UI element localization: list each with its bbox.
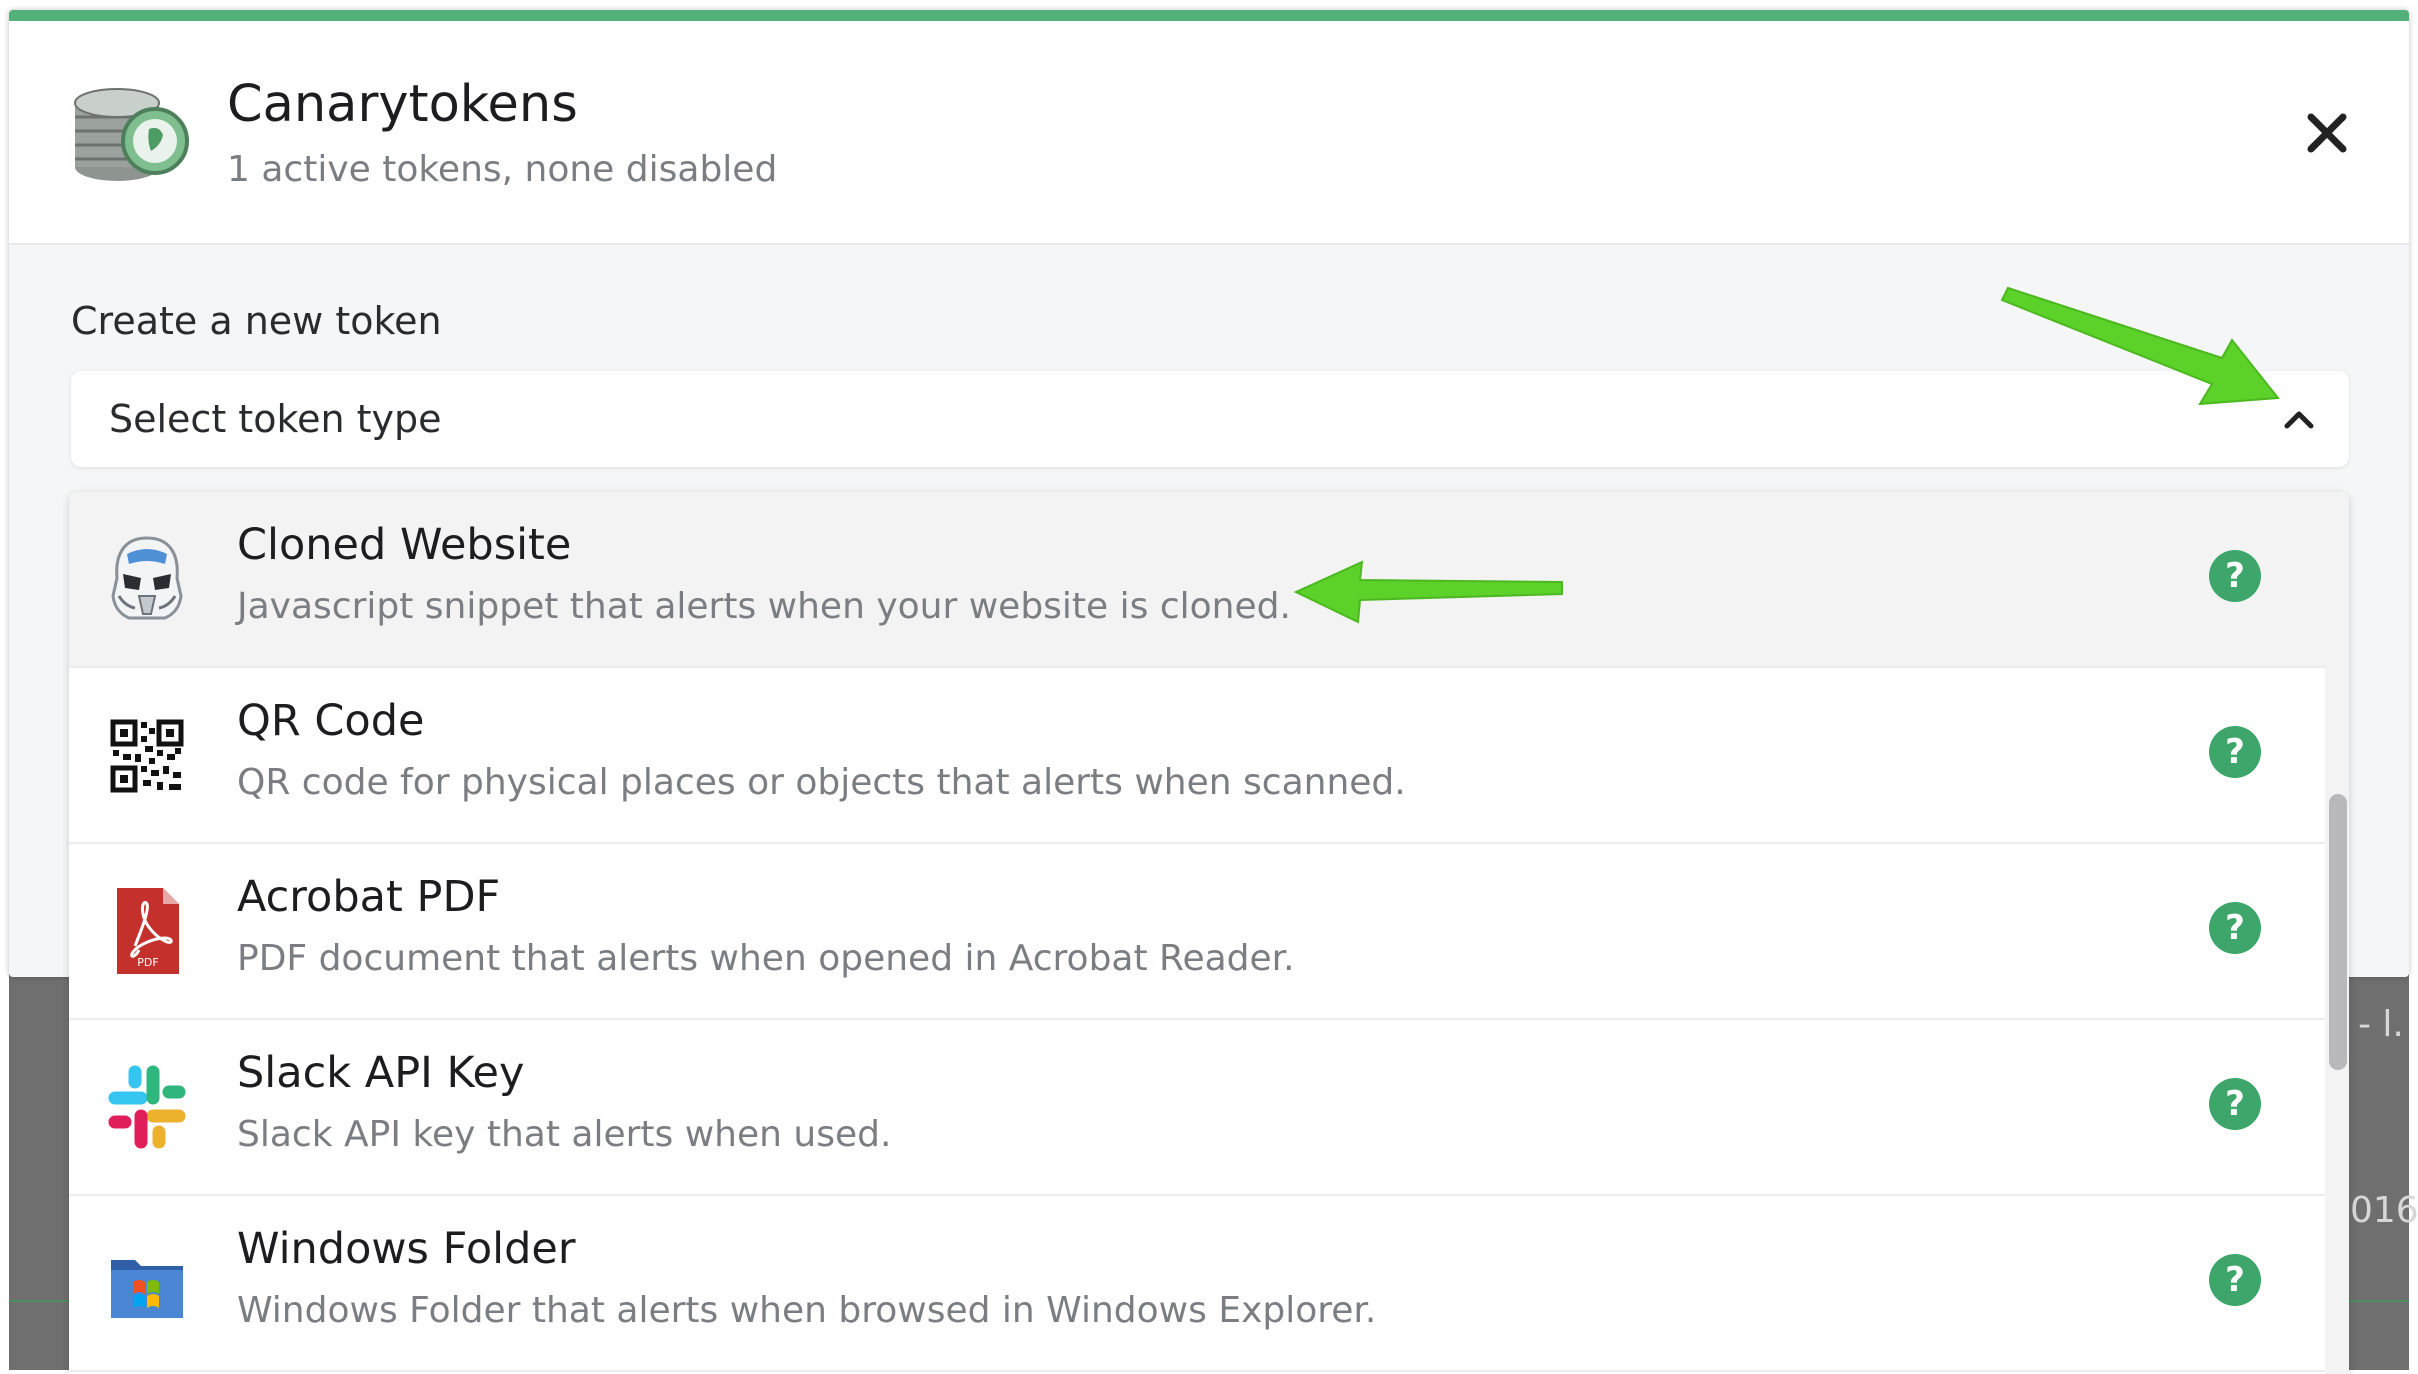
option-description: Javascript snippet that alerts when your…	[237, 586, 1291, 627]
token-option-acrobat-pdf[interactable]: PDF Acrobat PDF PDF document that alerts…	[69, 844, 2325, 1020]
screen: - l. 016 Canarytokens 1 active tokens, n…	[0, 0, 2418, 1374]
select-placeholder: Select token type	[109, 397, 442, 441]
pdf-badge-text: PDF	[137, 956, 158, 969]
option-description: QR code for physical places or objects t…	[237, 762, 1406, 803]
option-description: Windows Folder that alerts when browsed …	[237, 1290, 1377, 1331]
token-count-status: 1 active tokens, none disabled	[227, 149, 778, 190]
scrollbar-thumb[interactable]	[2329, 794, 2347, 1070]
dropdown-scrollbar[interactable]	[2325, 492, 2349, 1374]
trooper-helmet-icon	[111, 536, 183, 620]
help-icon[interactable]: ?	[2209, 1254, 2261, 1306]
close-icon[interactable]	[2305, 111, 2349, 155]
canarytokens-logo-icon	[74, 88, 189, 181]
help-icon[interactable]: ?	[2209, 550, 2261, 602]
pdf-icon: PDF	[117, 888, 179, 974]
option-title: Windows Folder	[237, 1224, 576, 1274]
help-icon[interactable]: ?	[2209, 1078, 2261, 1130]
backdrop-text-fragment: - l.	[2358, 1004, 2404, 1045]
backdrop-text-fragment: 016	[2350, 1190, 2418, 1231]
option-description: PDF document that alerts when opened in …	[237, 938, 1295, 979]
option-title: QR Code	[237, 696, 425, 746]
token-type-select[interactable]: Select token type	[71, 371, 2349, 467]
help-icon[interactable]: ?	[2209, 726, 2261, 778]
qr-code-icon	[110, 719, 184, 793]
token-option-cloned-website[interactable]: Cloned Website Javascript snippet that a…	[69, 492, 2325, 668]
app-title: Canarytokens	[227, 75, 578, 134]
help-icon[interactable]: ?	[2209, 902, 2261, 954]
slack-icon	[108, 1065, 186, 1149]
option-title: Acrobat PDF	[237, 872, 501, 922]
modal-header: Canarytokens 1 active tokens, none disab…	[9, 21, 2409, 245]
token-option-windows-folder[interactable]: Windows Folder Windows Folder that alert…	[69, 1196, 2325, 1372]
create-token-label: Create a new token	[71, 299, 442, 343]
chevron-up-icon[interactable]	[2281, 401, 2317, 437]
token-type-dropdown: Cloned Website Javascript snippet that a…	[69, 492, 2349, 1374]
token-option-slack-api-key[interactable]: Slack API Key Slack API key that alerts …	[69, 1020, 2325, 1196]
windows-folder-icon	[111, 1260, 183, 1318]
token-option-qr-code[interactable]: QR Code QR code for physical places or o…	[69, 668, 2325, 844]
option-description: Slack API key that alerts when used.	[237, 1114, 892, 1155]
option-title: Cloned Website	[237, 520, 572, 570]
option-title: Slack API Key	[237, 1048, 525, 1098]
